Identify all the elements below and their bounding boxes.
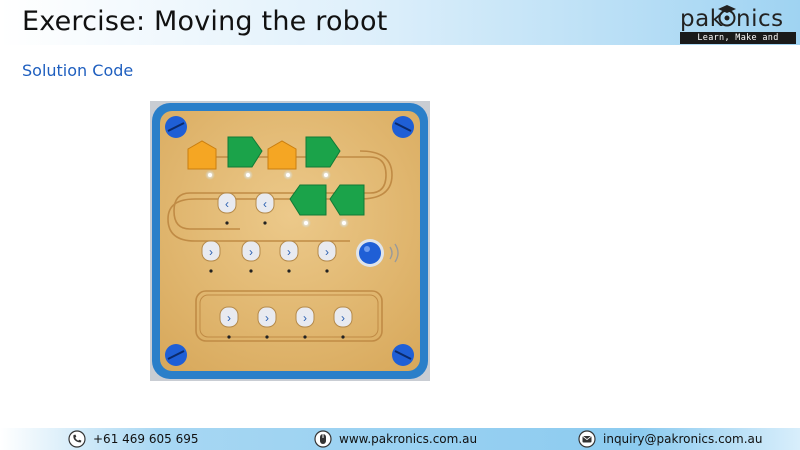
- svg-text:›: ›: [303, 311, 307, 325]
- page-title: Exercise: Moving the robot: [22, 6, 388, 37]
- footer-website[interactable]: www.pakronics.com.au: [314, 428, 477, 450]
- phone-icon: [68, 430, 86, 448]
- header-band: Exercise: Moving the robot pak nics Lear…: [0, 0, 800, 55]
- svg-text:›: ›: [209, 245, 213, 259]
- pakronics-logo: pak nics Learn, Make and Invent: [678, 2, 798, 55]
- svg-text:›: ›: [341, 311, 345, 325]
- globe-mouse-icon: [314, 430, 332, 448]
- footer-phone[interactable]: +61 469 605 695: [68, 428, 198, 450]
- website-link: www.pakronics.com.au: [339, 432, 478, 446]
- svg-text:›: ›: [287, 245, 291, 259]
- footer-email[interactable]: inquiry@pakronics.com.au: [578, 428, 762, 450]
- svg-text:›: ›: [249, 245, 253, 259]
- mail-icon: [578, 430, 596, 448]
- svg-text:pak: pak: [680, 6, 724, 32]
- section-subtitle: Solution Code: [22, 61, 134, 80]
- email-link: inquiry@pakronics.com.au: [603, 432, 763, 446]
- svg-text:›: ›: [227, 311, 231, 325]
- svg-text:‹: ‹: [225, 197, 229, 211]
- cubetto-board-photo: ‹ ‹ › › › › › › › ›: [150, 101, 430, 381]
- footer-band: +61 469 605 695 www.pakronics.com.au inq…: [0, 428, 800, 450]
- svg-text:›: ›: [325, 245, 329, 259]
- svg-text:‹: ‹: [263, 197, 267, 211]
- svg-text:›: ›: [265, 311, 269, 325]
- logo-tagline: Learn, Make and Invent: [680, 32, 796, 55]
- logo-mark: pak nics: [680, 5, 784, 32]
- svg-text:nics: nics: [736, 6, 784, 32]
- phone-text: +61 469 605 695: [93, 432, 199, 446]
